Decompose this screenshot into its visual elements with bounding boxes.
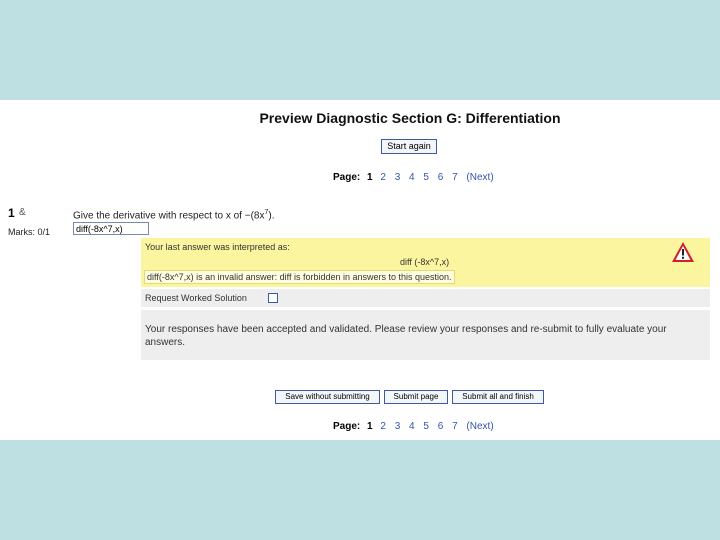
pager-label: Page: (333, 421, 361, 432)
validated-message-box: Your responses have been accepted and va… (141, 310, 710, 360)
submit-page-button[interactable]: Submit page (384, 390, 448, 404)
page-title: Preview Diagnostic Section G: Differenti… (259, 110, 561, 126)
validated-message: Your responses have been accepted and va… (145, 324, 667, 348)
pager-next-link[interactable]: (Next) (466, 172, 493, 183)
submit-all-and-finish-button[interactable]: Submit all and finish (452, 390, 544, 404)
question-text-main: Give the derivative with respect to x of… (73, 210, 265, 222)
worked-solution-row: Request Worked Solution (141, 289, 710, 307)
pager-link-2[interactable]: 2 (380, 421, 386, 432)
question-marks: Marks: 0/1 (8, 227, 51, 237)
question-number: 1 (8, 206, 15, 220)
question-text-end: ). (268, 210, 275, 222)
question-flag-icon[interactable]: & (19, 207, 26, 218)
pager-link-6[interactable]: 6 (438, 172, 444, 183)
start-again-button[interactable]: Start again (381, 139, 437, 154)
pager-top: Page: 1 2 3 4 5 6 7 (Next) (333, 172, 494, 183)
pager-bottom: Page: 1 2 3 4 5 6 7 (Next) (333, 421, 494, 432)
pager-link-4[interactable]: 4 (409, 172, 415, 183)
warning-triangle-icon (672, 242, 694, 262)
pager-link-5[interactable]: 5 (423, 421, 429, 432)
pager-link-7[interactable]: 7 (452, 172, 458, 183)
interpreted-expression: diff (-8x^7,x) (400, 257, 450, 267)
pager-label: Page: (333, 172, 361, 183)
pager-current-page: 1 (367, 421, 373, 432)
worked-solution-button[interactable] (268, 293, 278, 303)
pager-link-3[interactable]: 3 (395, 172, 401, 183)
pager-link-2[interactable]: 2 (380, 172, 386, 183)
pager-current-page: 1 (367, 172, 373, 183)
pager-link-5[interactable]: 5 (423, 172, 429, 183)
answer-input[interactable] (73, 222, 149, 235)
pager-link-4[interactable]: 4 (409, 421, 415, 432)
worked-solution-label: Request Worked Solution (145, 293, 247, 303)
interpreted-label: Your last answer was interpreted as: (145, 242, 290, 252)
quiz-panel: Preview Diagnostic Section G: Differenti… (0, 100, 720, 440)
question-text: Give the derivative with respect to x of… (73, 209, 275, 221)
pager-link-3[interactable]: 3 (395, 421, 401, 432)
pager-link-7[interactable]: 7 (452, 421, 458, 432)
pager-link-6[interactable]: 6 (438, 421, 444, 432)
pager-next-link[interactable]: (Next) (466, 421, 493, 432)
validation-feedback-box: Your last answer was interpreted as: dif… (141, 238, 710, 287)
save-without-submitting-button[interactable]: Save without submitting (275, 390, 380, 404)
invalid-answer-message: diff(-8x^7,x) is an invalid answer: diff… (144, 270, 455, 284)
